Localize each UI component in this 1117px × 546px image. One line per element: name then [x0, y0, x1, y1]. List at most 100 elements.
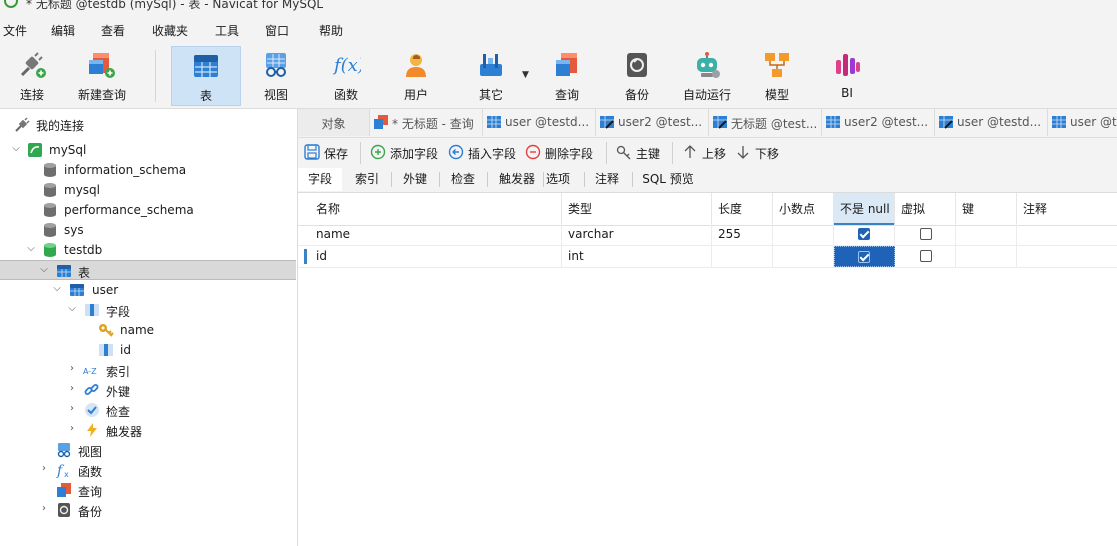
subtab-fields[interactable]: 字段	[298, 168, 342, 191]
cell-key[interactable]	[956, 224, 1017, 245]
chevron-down-icon[interactable]: ⌵	[26, 243, 36, 255]
subtab-sql-preview[interactable]: SQL 预览	[636, 168, 700, 191]
virtual-checkbox[interactable]	[920, 250, 932, 262]
tree-item-fields[interactable]: ⌵ 字段	[0, 300, 296, 320]
chevron-down-icon[interactable]: ⌵	[11, 143, 21, 155]
cell-comment[interactable]	[1017, 246, 1117, 267]
backup-label: 备份	[624, 88, 649, 102]
chevron-right-icon[interactable]: ›	[39, 463, 49, 475]
other-button[interactable]: 其它	[467, 46, 515, 106]
cell-length[interactable]	[712, 246, 773, 267]
chevron-right-icon[interactable]: ›	[67, 403, 77, 415]
tree-item-views[interactable]: 视图	[0, 440, 296, 460]
user-button[interactable]: 用户	[392, 46, 440, 106]
cell-decimals[interactable]	[773, 246, 834, 267]
tab-untitled-design[interactable]: 无标题 @test...	[709, 109, 822, 136]
tree-item-table-user[interactable]: ⌵ user	[0, 280, 296, 300]
menu-tools[interactable]: 工具	[215, 22, 239, 39]
table-button[interactable]: 表	[171, 46, 241, 106]
cell-decimals[interactable]	[773, 224, 834, 245]
cell-not-null[interactable]	[834, 224, 895, 245]
chevron-right-icon[interactable]: ›	[39, 503, 49, 515]
cell-comment[interactable]	[1017, 224, 1117, 245]
menu-view[interactable]: 查看	[101, 22, 125, 39]
cell-virtual[interactable]	[895, 246, 956, 267]
new-query-button[interactable]: 新建查询	[72, 46, 132, 106]
subtab-comment[interactable]: 注释	[586, 168, 628, 191]
tree-item-functions[interactable]: › f x 函数	[0, 460, 296, 480]
tree-item-checks[interactable]: › 检查	[0, 400, 296, 420]
connection-button[interactable]: 连接	[8, 46, 56, 106]
tab-user-table[interactable]: user @testd...	[483, 109, 596, 136]
automation-button[interactable]: 自动运行	[680, 46, 734, 106]
menu-help[interactable]: 帮助	[319, 22, 343, 39]
tree-item-column-id[interactable]: id	[0, 340, 296, 360]
tree-item-foreign-keys[interactable]: › 外键	[0, 380, 296, 400]
chevron-down-icon[interactable]: ▼	[522, 70, 529, 80]
tree-item-database-testdb[interactable]: ⌵ testdb	[0, 240, 296, 260]
tab-objects[interactable]: 对象	[298, 109, 370, 136]
menu-file[interactable]: 文件	[3, 22, 27, 39]
tree-item-mysql-connection[interactable]: ⌵ mySql	[0, 140, 296, 160]
chevron-down-icon[interactable]: ⌵	[67, 303, 77, 315]
not-null-checkbox[interactable]	[858, 251, 870, 263]
cell-type[interactable]: int	[562, 246, 712, 267]
column-header-length[interactable]: 长度	[712, 193, 773, 225]
column-header-key[interactable]: 键	[956, 193, 1017, 225]
chevron-right-icon[interactable]: ›	[67, 383, 77, 395]
tab-user-table-2[interactable]: user @t	[1048, 109, 1117, 136]
not-null-checkbox[interactable]	[858, 228, 870, 240]
chevron-down-icon[interactable]: ⌵	[52, 283, 62, 295]
subtab-triggers[interactable]: 触发器	[491, 168, 543, 191]
column-header-virtual[interactable]: 虚拟	[895, 193, 956, 225]
subtab-options[interactable]: 选项	[540, 168, 576, 191]
tab-untitled-query[interactable]: * 无标题 - 查询	[370, 109, 483, 136]
tab-user2-design[interactable]: user2 @test...	[596, 109, 709, 136]
menu-edit[interactable]: 编辑	[51, 22, 75, 39]
virtual-checkbox[interactable]	[920, 228, 932, 240]
menu-window[interactable]: 窗口	[265, 22, 289, 39]
function-button[interactable]: f(x) 函数	[322, 46, 370, 106]
cell-type[interactable]: varchar	[562, 224, 712, 245]
tree-item-tables-folder[interactable]: ⌵ 表	[0, 260, 296, 280]
tree-item-backups[interactable]: › 备份	[0, 500, 296, 520]
tab-user2-table[interactable]: user2 @test...	[822, 109, 935, 136]
cell-name[interactable]: name	[310, 224, 562, 245]
column-header-type[interactable]: 类型	[562, 193, 712, 225]
cell-not-null-selected[interactable]	[834, 246, 895, 267]
chevron-down-icon[interactable]: ⌵	[39, 264, 49, 276]
view-button[interactable]: 视图	[252, 46, 300, 106]
database-icon	[44, 203, 56, 217]
column-header-comment[interactable]: 注释	[1017, 193, 1117, 225]
column-header-not-null[interactable]: 不是 null	[834, 193, 895, 225]
tree-item-triggers[interactable]: › 触发器	[0, 420, 296, 440]
cell-virtual[interactable]	[895, 224, 956, 245]
tab-user-design[interactable]: user @testd...	[935, 109, 1048, 136]
tree-item-column-name[interactable]: name	[0, 320, 296, 340]
column-header-name[interactable]: 名称	[310, 193, 562, 225]
cell-length[interactable]: 255	[712, 224, 773, 245]
model-button[interactable]: 模型	[753, 46, 801, 106]
table-row[interactable]: id int	[298, 246, 1117, 268]
subtab-checks[interactable]: 检查	[441, 168, 485, 191]
cell-key[interactable]	[956, 246, 1017, 267]
query-button[interactable]: 查询	[543, 46, 591, 106]
tree-item-indexes[interactable]: › A-Z 索引	[0, 360, 296, 380]
subtab-foreign-keys[interactable]: 外键	[393, 168, 437, 191]
subtab-indexes[interactable]: 索引	[345, 168, 389, 191]
tree-item-database[interactable]: performance_schema	[0, 200, 296, 220]
tree-item-queries[interactable]: 查询	[0, 480, 296, 500]
cell-name[interactable]: id	[310, 246, 562, 267]
chevron-right-icon[interactable]: ›	[67, 423, 77, 435]
add-field-label: 添加字段	[390, 147, 439, 161]
column-header-decimals[interactable]: 小数点	[773, 193, 834, 225]
tree-item-database[interactable]: sys	[0, 220, 296, 240]
bi-button[interactable]: BI	[823, 46, 871, 106]
backup-button[interactable]: 备份	[613, 46, 661, 106]
table-edit-tab-icon	[939, 116, 953, 129]
chevron-right-icon[interactable]: ›	[67, 363, 77, 375]
tree-item-database[interactable]: mysql	[0, 180, 296, 200]
table-row[interactable]: name varchar 255	[298, 224, 1117, 246]
tree-item-database[interactable]: information_schema	[0, 160, 296, 180]
menu-favorites[interactable]: 收藏夹	[152, 22, 188, 39]
